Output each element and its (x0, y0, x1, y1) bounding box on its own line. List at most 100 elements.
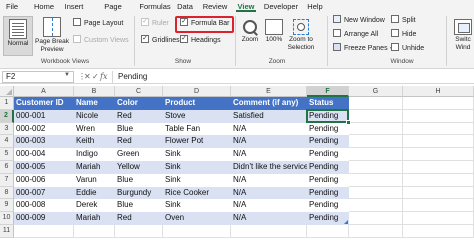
table-cell[interactable]: 000-005 (14, 161, 74, 174)
table-cell[interactable]: Pending (307, 122, 349, 136)
table-cell[interactable]: 000-004 (14, 148, 74, 161)
table-cell[interactable]: Green (115, 148, 163, 161)
new-window-button[interactable]: New Window (333, 15, 385, 26)
tab-developer[interactable]: Developer (262, 1, 300, 12)
cell[interactable] (115, 225, 163, 238)
table-cell[interactable]: Flower Pot (163, 135, 231, 149)
cell[interactable] (403, 135, 474, 149)
table-cell[interactable]: Sink (163, 161, 231, 174)
table-cell[interactable]: Pending (307, 135, 349, 149)
table-cell[interactable]: Red (115, 109, 163, 123)
tab-file[interactable]: File (4, 1, 20, 12)
zoom-button[interactable]: Zoom (239, 19, 261, 55)
table-cell[interactable]: Derek (74, 199, 115, 213)
table-cell[interactable]: Blue (115, 122, 163, 136)
tab-view[interactable]: View (236, 1, 256, 12)
table-cell[interactable]: Varun (74, 173, 115, 187)
cell[interactable] (349, 97, 403, 110)
table-cell[interactable]: Sink (163, 199, 231, 213)
unhide-button[interactable]: Unhide (391, 43, 424, 54)
table-header-cell[interactable]: Comment (if any) (231, 97, 307, 110)
row-header-6[interactable]: 6 (0, 161, 14, 174)
column-header-b[interactable]: B (74, 86, 115, 97)
column-header-d[interactable]: D (163, 86, 231, 97)
table-cell[interactable]: Blue (115, 199, 163, 213)
fill-handle[interactable] (346, 119, 351, 125)
cell[interactable] (403, 122, 474, 136)
page-break-preview-button[interactable]: Page Break Preview (35, 17, 69, 57)
cell[interactable] (231, 225, 307, 238)
table-cell[interactable]: Stove (163, 109, 231, 123)
table-cell[interactable]: N/A (231, 199, 307, 213)
row-header-3[interactable]: 3 (0, 122, 14, 136)
table-cell[interactable]: Burgundy (115, 186, 163, 200)
arrange-all-button[interactable]: Arrange All (333, 29, 378, 40)
split-button[interactable]: Split (391, 15, 416, 26)
cell[interactable] (403, 109, 474, 123)
zoom-to-selection-button[interactable]: Zoom to Selection (286, 19, 316, 55)
cell[interactable] (307, 225, 349, 238)
cell[interactable] (74, 225, 115, 238)
cancel-icon[interactable]: ✕ (84, 71, 91, 83)
table-cell[interactable]: Sink (163, 148, 231, 161)
column-header-f[interactable]: F (307, 86, 349, 97)
table-cell[interactable]: 000-008 (14, 199, 74, 213)
cell[interactable] (349, 225, 403, 238)
table-cell[interactable]: Indigo (74, 148, 115, 161)
tab-home[interactable]: Home (33, 1, 55, 12)
table-cell[interactable]: Pending (307, 212, 349, 225)
table-cell[interactable]: Mariah (74, 212, 115, 225)
table-cell[interactable]: Oven (163, 212, 231, 225)
table-cell[interactable]: N/A (231, 186, 307, 200)
cell[interactable] (349, 122, 403, 136)
table-cell[interactable]: N/A (231, 173, 307, 187)
table-cell[interactable]: N/A (231, 135, 307, 149)
row-header-9[interactable]: 9 (0, 199, 14, 213)
cell[interactable] (403, 225, 474, 238)
table-cell[interactable]: N/A (231, 148, 307, 161)
tab-help[interactable]: Help (306, 1, 324, 12)
table-cell[interactable]: Sink (163, 173, 231, 187)
row-header-2[interactable]: 2 (0, 109, 14, 123)
table-cell[interactable]: 000-003 (14, 135, 74, 149)
table-cell[interactable]: Pending (307, 161, 349, 174)
row-header-10[interactable]: 10 (0, 212, 14, 225)
table-cell[interactable]: 000-002 (14, 122, 74, 136)
table-cell[interactable]: Blue (115, 173, 163, 187)
table-cell[interactable]: N/A (231, 212, 307, 225)
gridlines-checkbox[interactable]: ✓ Gridlines (141, 35, 180, 46)
freeze-panes-button[interactable]: Freeze Panes ▼ (333, 43, 394, 54)
cell[interactable] (403, 161, 474, 174)
page-layout-button[interactable]: Page Layout (73, 18, 123, 29)
cell[interactable] (349, 186, 403, 200)
cell[interactable] (349, 212, 403, 225)
tab-page-layout[interactable]: Page Layout (93, 1, 133, 22)
tab-review[interactable]: Review (201, 1, 229, 12)
formula-input[interactable]: Pending (112, 71, 472, 83)
table-cell[interactable]: Didn't like the service (231, 161, 308, 174)
column-header-a[interactable]: A (14, 86, 74, 97)
table-cell[interactable]: N/A (231, 122, 307, 136)
enter-icon[interactable]: ✓ (92, 71, 99, 83)
worksheet-grid[interactable]: A B C D E F G H 1 2 3 4 5 6 7 8 9 10 11 Customer ID Name Colo… (0, 86, 474, 248)
row-header-7[interactable]: 7 (0, 173, 14, 187)
table-cell[interactable]: Pending (307, 173, 349, 187)
cell[interactable] (403, 173, 474, 187)
cell[interactable] (349, 148, 403, 161)
table-header-cell[interactable]: Product (163, 97, 231, 110)
column-header-e[interactable]: E (231, 86, 307, 97)
tab-formulas[interactable]: Formulas (139, 1, 171, 12)
cell[interactable] (403, 199, 474, 213)
table-cell[interactable]: Keith (74, 135, 115, 149)
table-header-cell[interactable]: Name (74, 97, 115, 110)
hide-button[interactable]: Hide (391, 29, 416, 40)
cell[interactable] (349, 161, 403, 174)
table-cell[interactable]: 000-001 (14, 109, 74, 123)
table-cell[interactable]: Rice Cooker (163, 186, 231, 200)
table-cell[interactable]: Mariah (74, 161, 115, 174)
table-resize-handle[interactable] (344, 220, 348, 224)
headings-checkbox[interactable]: ✓ Headings (180, 35, 221, 46)
table-cell[interactable]: 000-009 (14, 212, 74, 225)
table-cell[interactable]: Red (115, 212, 163, 225)
cell[interactable] (14, 225, 74, 238)
